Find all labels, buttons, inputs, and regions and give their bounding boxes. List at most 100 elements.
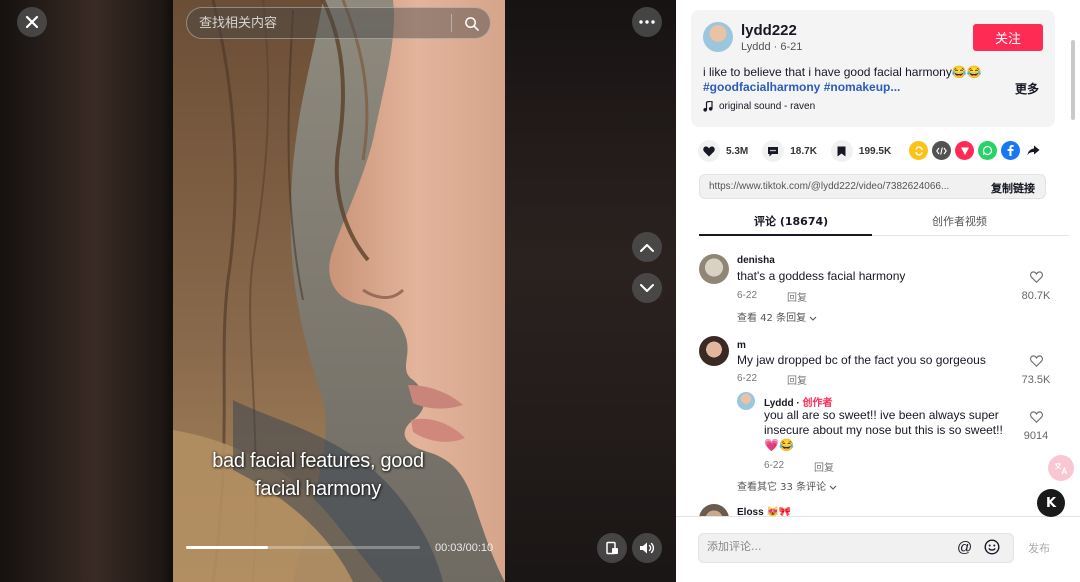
chevron-down-icon bbox=[809, 316, 817, 321]
facebook-icon[interactable] bbox=[1001, 141, 1020, 160]
video-link-box[interactable]: https://www.tiktok.com/@lydd222/video/73… bbox=[699, 174, 1046, 199]
bookmark-count: 199.5K bbox=[858, 145, 892, 157]
share-arrow-icon[interactable] bbox=[1024, 141, 1043, 160]
caption-line-1: bad facial features, good bbox=[212, 450, 424, 472]
translate-icon bbox=[1055, 462, 1068, 474]
music-title: original sound - raven bbox=[719, 101, 816, 112]
comment-count: 18.7K bbox=[790, 145, 817, 157]
search-button[interactable] bbox=[452, 16, 490, 31]
heart-icon bbox=[698, 140, 720, 162]
author-card: lydd222 Lyddd · 6-21 关注 i like to believ… bbox=[691, 10, 1055, 127]
comment-like-button[interactable]: 73.5K bbox=[1016, 354, 1056, 386]
comment-date: 6-22 bbox=[737, 373, 758, 384]
comment-like-button[interactable]: 80.7K bbox=[1016, 270, 1056, 302]
bookmark-button[interactable]: 199.5K bbox=[830, 140, 892, 162]
like-count: 5.3M bbox=[726, 145, 749, 157]
heart-outline-icon bbox=[1029, 355, 1043, 367]
reply-button[interactable]: 回复 bbox=[814, 459, 834, 474]
reply-username[interactable]: Lyddd · 创作者 bbox=[764, 394, 833, 409]
mention-icon[interactable]: @ bbox=[957, 539, 972, 556]
author-username[interactable]: lydd222 bbox=[741, 22, 797, 39]
chevron-down-icon bbox=[640, 283, 654, 292]
video-hashtags[interactable]: #goodfacialharmony #nomakeup... bbox=[703, 80, 900, 94]
comment-username[interactable]: Eloss 😻🎀 bbox=[737, 507, 791, 516]
tab-creator-videos[interactable]: 创作者视频 bbox=[932, 213, 987, 229]
caption-line-2: facial harmony bbox=[255, 478, 381, 500]
repost-icon[interactable] bbox=[909, 141, 928, 160]
reply-avatar[interactable] bbox=[737, 392, 755, 410]
speaker-icon bbox=[640, 542, 655, 554]
engagement-stats: 5.3M 18.7K 199.5K bbox=[698, 140, 905, 162]
view-replies-button[interactable]: 查看 42 条回复 bbox=[737, 309, 817, 324]
chevron-down-icon bbox=[829, 485, 837, 490]
video-caption: bad facial features, good facial harmony bbox=[196, 447, 440, 503]
reply-date: 6-22 bbox=[764, 460, 785, 471]
send-to-friends-icon[interactable] bbox=[955, 141, 974, 160]
video-player[interactable]: bad facial features, good facial harmony… bbox=[0, 0, 676, 582]
expand-description-button[interactable]: 更多 bbox=[1015, 80, 1039, 97]
close-button[interactable] bbox=[17, 7, 47, 37]
reply-text: you all are so sweet!! ive been always s… bbox=[764, 408, 1003, 453]
comment-avatar[interactable] bbox=[699, 336, 729, 366]
search-input[interactable] bbox=[187, 15, 451, 31]
comment-username[interactable]: m bbox=[737, 340, 746, 351]
heart-outline-icon bbox=[1029, 411, 1043, 423]
follow-button[interactable]: 关注 bbox=[973, 24, 1043, 51]
reply-text-line-1: you all are so sweet!! ive been always s… bbox=[764, 408, 999, 422]
playback-time: 00:03/00:10 bbox=[435, 542, 494, 554]
comment-text: that's a goddess facial harmony bbox=[737, 269, 906, 283]
reply-text-line-2: insecure about my nose but this is so sw… bbox=[764, 423, 1003, 437]
video-info-panel: lydd222 Lyddd · 6-21 关注 i like to believ… bbox=[676, 0, 1080, 582]
tab-comments[interactable]: 评论 (18674) bbox=[754, 213, 828, 229]
author-avatar[interactable] bbox=[703, 22, 733, 52]
video-url: https://www.tiktok.com/@lydd222/video/73… bbox=[709, 181, 950, 192]
tiktok-video-page: bad facial features, good facial harmony… bbox=[0, 0, 1080, 582]
like-button[interactable]: 5.3M bbox=[698, 140, 748, 162]
comment-date: 6-22 bbox=[737, 290, 758, 301]
bookmark-icon bbox=[830, 140, 853, 162]
music-link[interactable]: original sound - raven bbox=[703, 101, 815, 112]
extension-float-button[interactable]: K bbox=[1037, 489, 1065, 517]
reply-like-button[interactable]: 9014 bbox=[1016, 410, 1056, 442]
post-comment-button[interactable]: 发布 bbox=[1028, 540, 1050, 556]
chevron-up-icon bbox=[640, 243, 654, 252]
comment-tabs: 评论 (18674) 创作者视频 bbox=[699, 208, 1069, 236]
comment-like-count: 73.5K bbox=[1021, 374, 1051, 386]
translate-float-button[interactable] bbox=[1048, 455, 1074, 481]
music-note-icon bbox=[703, 101, 713, 112]
heart-outline-icon bbox=[1029, 271, 1043, 283]
view-more-comments-button[interactable]: 查看其它 33 条评论 bbox=[737, 478, 837, 493]
more-options-button[interactable] bbox=[632, 7, 662, 37]
view-replies-label: 查看 42 条回复 bbox=[737, 313, 807, 324]
previous-video-button[interactable] bbox=[632, 232, 662, 262]
view-more-comments-label: 查看其它 33 条评论 bbox=[737, 482, 827, 493]
reply-like-count: 9014 bbox=[1023, 430, 1049, 442]
author-nickname-date: Lyddd · 6-21 bbox=[741, 41, 803, 53]
scrollbar[interactable] bbox=[1071, 40, 1075, 120]
comment-avatar[interactable] bbox=[699, 504, 729, 516]
picture-in-picture-button[interactable] bbox=[597, 533, 627, 563]
comment-button[interactable]: 18.7K bbox=[762, 140, 817, 162]
reply-text-line-3: 💗😂 bbox=[764, 438, 794, 452]
share-buttons bbox=[909, 141, 1043, 160]
whatsapp-icon[interactable] bbox=[978, 141, 997, 160]
comment-input[interactable] bbox=[707, 540, 947, 553]
progress-bar-fill bbox=[186, 546, 268, 549]
reply-button[interactable]: 回复 bbox=[787, 372, 807, 387]
emoji-icon[interactable] bbox=[984, 539, 1000, 560]
comment-composer: @ 发布 bbox=[676, 516, 1080, 582]
more-dots-icon bbox=[639, 20, 655, 24]
reply-button[interactable]: 回复 bbox=[787, 289, 807, 304]
copy-link-button[interactable]: 复制链接 bbox=[991, 180, 1035, 196]
comment-list[interactable]: denisha that's a goddess facial harmony … bbox=[676, 240, 1076, 516]
comment-like-count: 80.7K bbox=[1021, 290, 1051, 302]
active-tab-indicator bbox=[699, 234, 872, 236]
volume-button[interactable] bbox=[632, 533, 662, 563]
comment-avatar[interactable] bbox=[699, 254, 729, 284]
video-search-box[interactable] bbox=[186, 7, 491, 39]
progress-bar[interactable] bbox=[186, 546, 420, 549]
comment-input-box[interactable]: @ bbox=[698, 533, 1014, 563]
next-video-button[interactable] bbox=[632, 273, 662, 303]
embed-code-icon[interactable] bbox=[932, 141, 951, 160]
comment-username[interactable]: denisha bbox=[737, 255, 775, 266]
